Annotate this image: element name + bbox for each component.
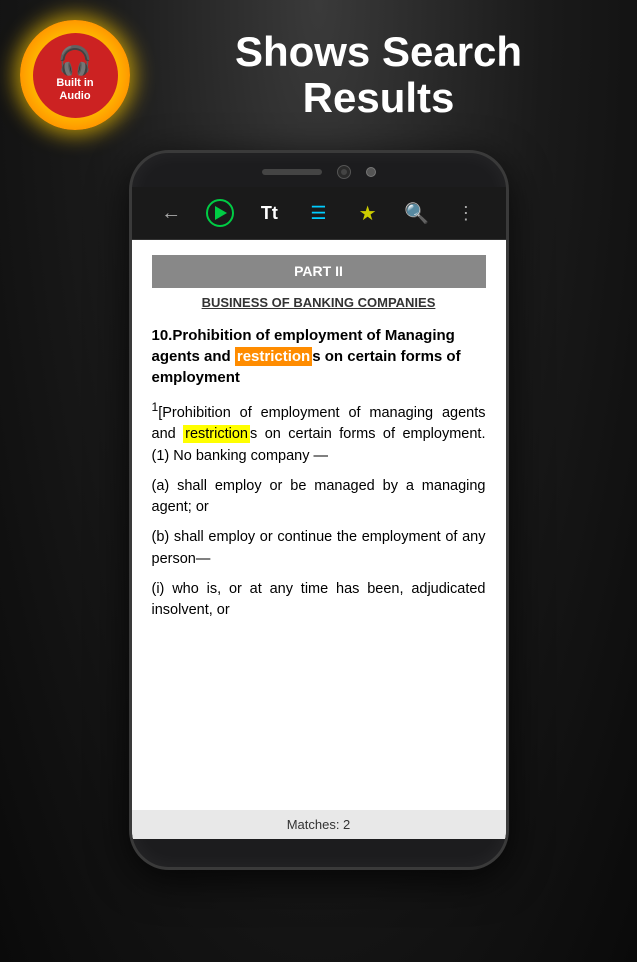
paragraph-1: 1[Prohibition of employment of managing …	[152, 398, 486, 468]
doc-heading: 10.Prohibition of employment of Managing…	[152, 325, 486, 388]
more-icon: ⋮	[457, 203, 475, 224]
phone-body: ← Tt ☰ ★ 🔍 ⋮	[129, 150, 509, 870]
phone-sensor	[366, 167, 376, 177]
matches-bar: Matches: 2	[132, 810, 506, 840]
bookmark-button[interactable]: ★	[352, 197, 384, 229]
toc-icon: ☰	[310, 203, 326, 224]
highlight-yellow-1: restriction	[183, 425, 250, 443]
play-button[interactable]	[204, 197, 236, 229]
search-icon: 🔍	[404, 201, 429, 226]
play-icon	[206, 199, 234, 227]
para-a: (a) shall employ or be managed by a mana…	[152, 476, 486, 520]
text-size-icon: Tt	[261, 203, 278, 224]
headphone-icon: 🎧	[58, 47, 93, 75]
toc-button[interactable]: ☰	[302, 197, 334, 229]
more-button[interactable]: ⋮	[450, 197, 482, 229]
document-content: PART II BUSINESS OF BANKING COMPANIES 10…	[132, 240, 506, 839]
audio-badge: 🎧 Built in Audio	[20, 20, 130, 130]
para-i: (i) who is, or at any time has been, adj…	[152, 579, 486, 623]
back-button[interactable]: ←	[155, 197, 187, 229]
header-area: 🎧 Built in Audio Shows Search Results	[0, 0, 637, 140]
main-title: Shows Search Results	[150, 29, 607, 121]
part-header: PART II	[152, 255, 486, 288]
highlight-orange-1: restriction	[235, 347, 312, 366]
toolbar: ← Tt ☰ ★ 🔍 ⋮	[132, 187, 506, 240]
back-icon: ←	[161, 202, 181, 225]
badge-text: Built in Audio	[56, 77, 93, 103]
phone-camera	[337, 165, 351, 179]
text-size-button[interactable]: Tt	[253, 197, 285, 229]
search-button[interactable]: 🔍	[401, 197, 433, 229]
para-b: (b) shall employ or continue the employm…	[152, 527, 486, 571]
phone-speaker	[262, 169, 322, 175]
phone-wrapper: ← Tt ☰ ★ 🔍 ⋮	[0, 150, 637, 870]
phone-top-bar	[132, 153, 506, 187]
doc-subtitle: BUSINESS OF BANKING COMPANIES	[152, 293, 486, 313]
bookmark-icon: ★	[359, 201, 377, 226]
